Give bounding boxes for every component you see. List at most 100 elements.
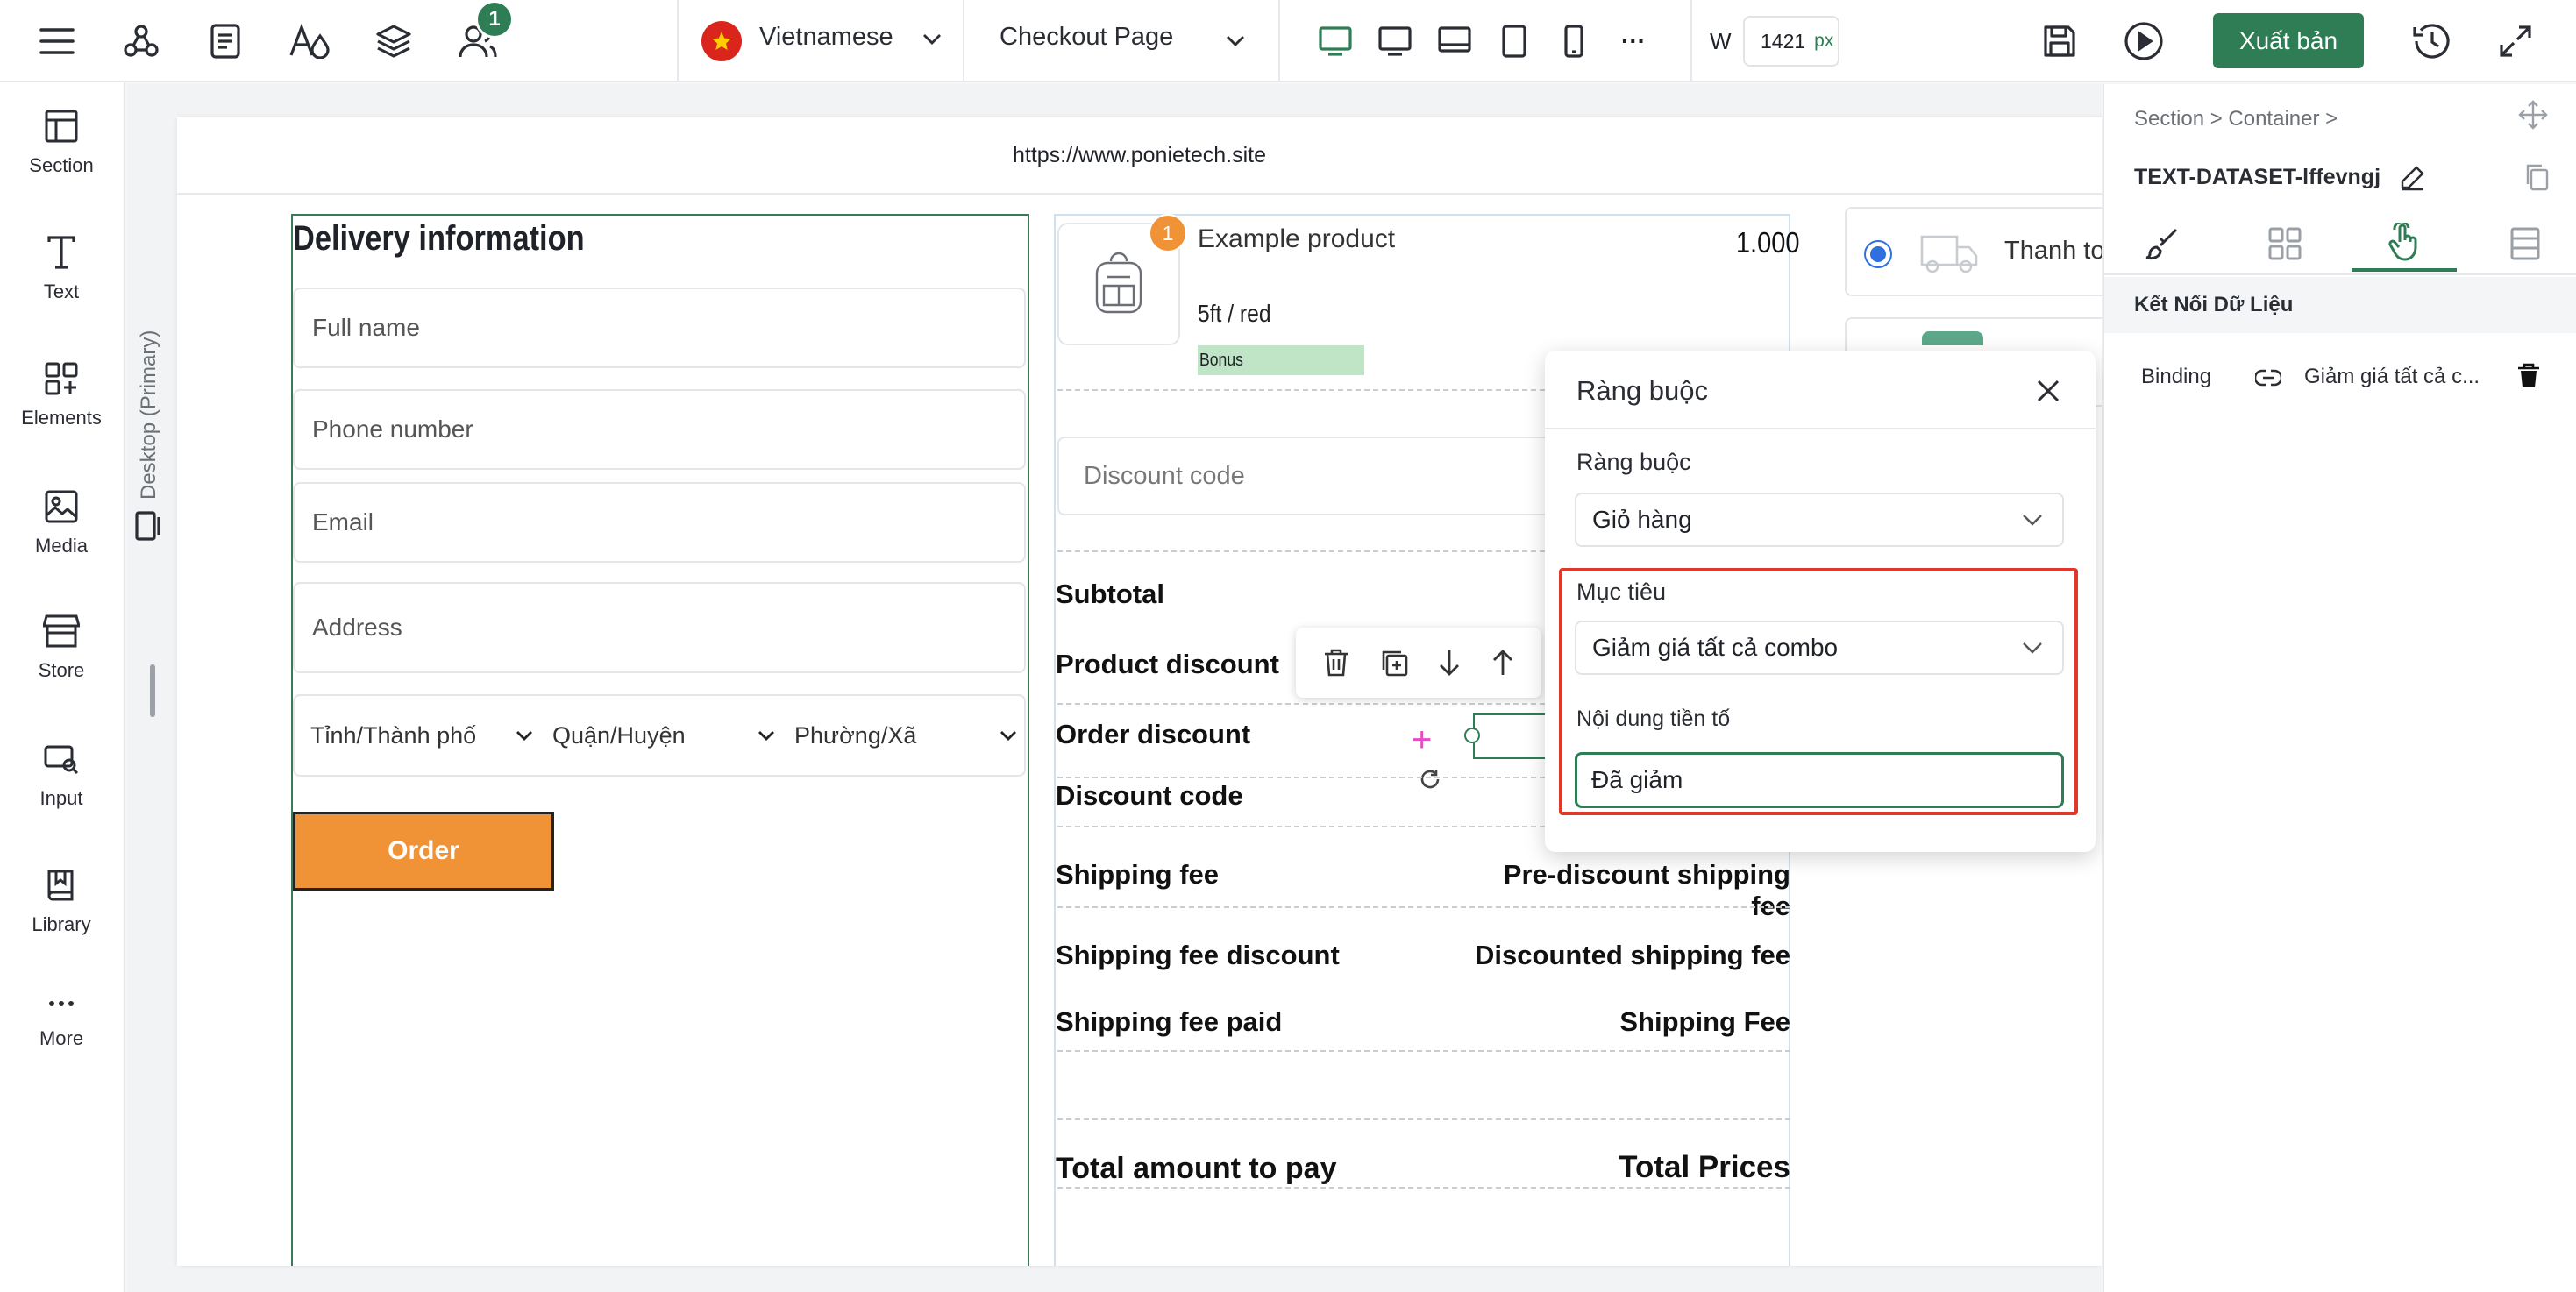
resize-handle[interactable]: [1464, 728, 1480, 743]
bonus-tag: Bonus: [1198, 345, 1364, 375]
right-properties-panel: Section > Container > TEXT-DATASET-lffev…: [2103, 84, 2576, 1292]
prefix-input[interactable]: Đã giảm: [1575, 752, 2064, 808]
laptop-device-icon[interactable]: [1371, 18, 1419, 65]
backpack-icon: [1095, 252, 1142, 314]
fullscreen-icon[interactable]: [2492, 18, 2539, 65]
elements-icon: [45, 362, 78, 395]
move-down-icon[interactable]: [1437, 648, 1462, 678]
sidebar-item-section[interactable]: Section: [0, 109, 123, 177]
sidebar-item-label: Store: [38, 659, 85, 681]
subtotal-label: Subtotal: [1056, 579, 1164, 609]
ward-select[interactable]: Phường/Xã: [794, 706, 1017, 764]
save-icon[interactable]: [2036, 18, 2083, 65]
tab-advanced[interactable]: [2473, 216, 2576, 272]
width-label: W: [1710, 28, 1732, 54]
rotate-icon[interactable]: [1417, 766, 1443, 792]
email-field[interactable]: Email: [293, 482, 1026, 563]
image-icon: [45, 490, 78, 523]
page-selector[interactable]: Checkout Page: [973, 0, 1271, 82]
sidebar-item-label: Text: [43, 280, 80, 302]
add-icon[interactable]: +: [1412, 722, 1432, 757]
binding-select[interactable]: Giỏ hàng: [1575, 493, 2064, 547]
binding-modal: Ràng buộc Ràng buộc Giỏ hàng Mục tiêu Gi…: [1545, 351, 2096, 852]
notification-badge: 1: [475, 0, 514, 39]
tab-layout[interactable]: [2232, 216, 2338, 272]
tablet-landscape-icon[interactable]: [1431, 18, 1478, 65]
book-icon: [47, 870, 74, 901]
payment-method-option[interactable]: Thanh to: [1845, 207, 2102, 296]
history-icon[interactable]: [2408, 18, 2455, 65]
data-connection-section: Kết Nối Dữ Liệu: [2104, 277, 2576, 333]
sidebar-item-text[interactable]: Text: [0, 235, 123, 303]
mobile-device-icon[interactable]: [1550, 18, 1598, 65]
discount-code-label: Discount code: [1056, 780, 1243, 811]
language-label: Vietnamese: [759, 23, 893, 51]
tab-interaction[interactable]: [2352, 216, 2457, 272]
canvas-scroll-handle[interactable]: [150, 664, 155, 717]
sidebar-item-label: Elements: [21, 407, 102, 429]
integrations-icon[interactable]: [117, 18, 165, 65]
payment-method-label: Thanh to: [2004, 237, 2102, 265]
top-toolbar: 1 Vietnamese Checkout Page ··· W 1421 px: [0, 0, 2576, 82]
preview-play-icon[interactable]: [2120, 18, 2167, 65]
device-toggle-icon[interactable]: [134, 510, 166, 542]
shipping-fee-paid-label: Shipping fee paid: [1056, 1006, 1283, 1037]
element-id: TEXT-DATASET-lffevngj: [2134, 165, 2381, 189]
sidebar-item-elements[interactable]: Elements: [0, 361, 123, 429]
trash-icon[interactable]: [1322, 648, 1350, 678]
target-label: Mục tiêu: [1576, 579, 1667, 605]
store-icon: [43, 614, 80, 648]
input-icon: [44, 745, 79, 775]
sidebar-item-store[interactable]: Store: [0, 614, 123, 682]
page-url: https://www.ponietech.site: [177, 117, 2102, 195]
more-devices-button[interactable]: ···: [1610, 18, 1657, 65]
pointer-hand-icon: [2388, 223, 2417, 261]
vietnam-flag-icon: [701, 21, 742, 61]
target-select-value: Giảm giá tất cả combo: [1592, 634, 1839, 661]
sidebar-item-library[interactable]: Library: [0, 868, 123, 936]
chevron-down-icon: [2023, 642, 2042, 654]
discount-code-placeholder: Discount code: [1084, 461, 1245, 490]
publish-button[interactable]: Xuất bản: [2213, 13, 2364, 68]
copy-icon[interactable]: [2523, 163, 2550, 191]
pages-icon[interactable]: [202, 18, 249, 65]
text-icon: [47, 236, 75, 269]
move-up-icon[interactable]: [1491, 648, 1515, 678]
close-icon[interactable]: [2031, 373, 2066, 408]
chevron-down-icon: [922, 33, 942, 46]
shipping-fee-discount-value: Discounted shipping fee: [1475, 940, 1790, 970]
sidebar-item-media[interactable]: Media: [0, 489, 123, 557]
delivery-title: Delivery information: [293, 219, 585, 258]
district-select[interactable]: Quận/Huyện: [552, 706, 775, 764]
layers-icon[interactable]: [370, 18, 417, 65]
list-settings-icon: [2510, 227, 2540, 260]
duplicate-icon[interactable]: [1379, 648, 1409, 678]
delete-binding-icon[interactable]: [2516, 363, 2541, 389]
brush-icon: [2145, 228, 2178, 260]
width-value: 1421: [1761, 29, 1806, 53]
chevron-down-icon: [758, 731, 774, 741]
address-field[interactable]: Address: [293, 582, 1026, 673]
tablet-portrait-icon[interactable]: [1491, 18, 1538, 65]
ward-label: Phường/Xã: [794, 721, 917, 749]
language-selector[interactable]: Vietnamese: [693, 0, 956, 82]
phone-field[interactable]: Phone number: [293, 389, 1026, 470]
district-label: Quận/Huyện: [552, 721, 686, 749]
order-button[interactable]: Order: [293, 812, 554, 891]
binding-row-value[interactable]: Giảm giá tất cả c...: [2304, 365, 2480, 389]
desktop-device-icon[interactable]: [1312, 18, 1359, 65]
sidebar-item-more[interactable]: More: [0, 990, 123, 1050]
move-icon[interactable]: [2518, 100, 2548, 130]
full-name-field[interactable]: Full name: [293, 288, 1026, 368]
typography-icon[interactable]: [286, 18, 333, 65]
tab-style[interactable]: [2110, 216, 2215, 272]
target-select[interactable]: Giảm giá tất cả combo: [1575, 621, 2064, 675]
discount-code-input[interactable]: Discount code: [1057, 437, 1601, 515]
hamburger-menu-icon[interactable]: [33, 18, 81, 65]
width-input[interactable]: 1421 px: [1743, 16, 1839, 67]
device-label: Desktop (Primary): [137, 330, 160, 500]
sidebar-item-input[interactable]: Input: [0, 742, 123, 810]
province-select[interactable]: Tỉnh/Thành phố: [310, 706, 533, 764]
product-quantity-badge: 1: [1149, 214, 1187, 252]
edit-icon[interactable]: [2399, 163, 2427, 191]
